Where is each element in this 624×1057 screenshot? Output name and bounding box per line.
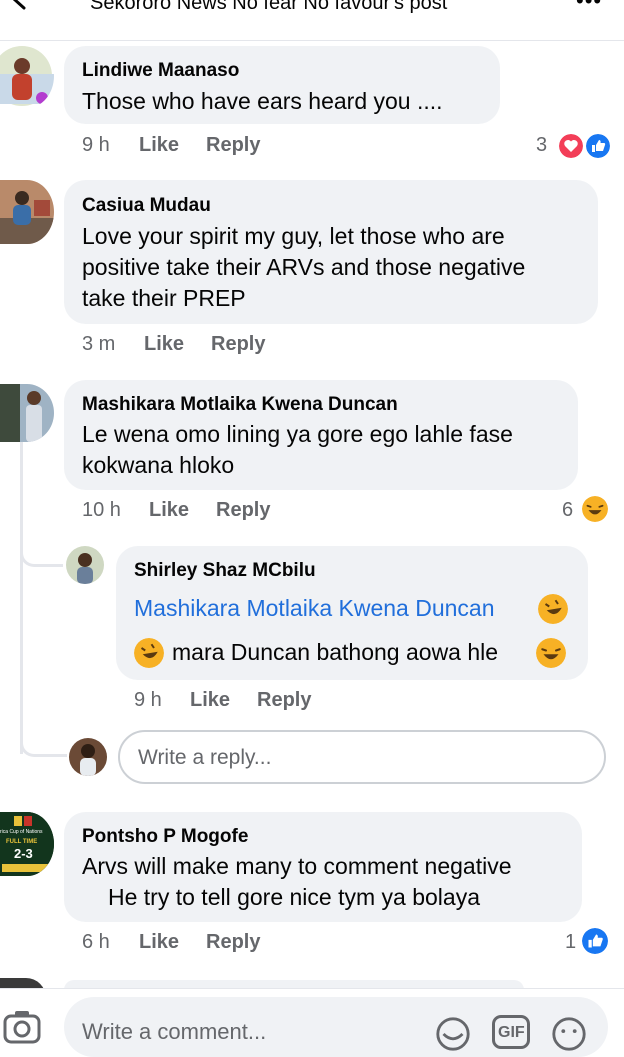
comment-input-placeholder: Write a comment...	[82, 1019, 267, 1044]
avatar[interactable]	[0, 44, 54, 108]
reply-author[interactable]: Shirley Shaz MCbilu	[134, 560, 316, 582]
laughing-emoji-icon	[582, 496, 608, 522]
mention-link[interactable]: Mashikara Motlaika Kwena Duncan	[134, 593, 495, 624]
comment-composer-bar: Write a comment... GIF	[0, 988, 624, 1057]
love-icon	[557, 132, 585, 160]
reply-button[interactable]: Reply	[206, 931, 260, 954]
more-options-icon[interactable]: •••	[576, 0, 602, 12]
like-button[interactable]: Like	[139, 134, 179, 157]
rofl-emoji-icon	[134, 638, 164, 668]
back-chevron-icon[interactable]	[8, 0, 34, 12]
reply-text: mara Duncan bathong aowa hle	[172, 639, 499, 665]
comment-text: take their PREP	[82, 285, 246, 311]
top-bar: Sekororo News No fear No favour's post •…	[0, 0, 624, 41]
reply-button[interactable]: Reply	[206, 134, 260, 157]
reply-button[interactable]: Reply	[257, 689, 311, 712]
like-button[interactable]: Like	[190, 689, 230, 712]
comment-text: kokwana hloko	[82, 452, 235, 478]
like-button[interactable]: Like	[149, 499, 189, 522]
reply-input-placeholder: Write a reply...	[138, 746, 272, 769]
comment-text: Le wena omo lining ya gore ego lahle fas…	[82, 421, 513, 447]
reply-time: 9 h	[134, 689, 162, 711]
reaction-count[interactable]: 6	[562, 499, 573, 522]
reaction-count[interactable]: 3	[536, 134, 547, 157]
comment-author[interactable]: Casiua Mudau	[82, 195, 211, 217]
rofl-emoji-icon	[538, 594, 568, 624]
comment-text: Love your spirit my guy, let those who a…	[82, 223, 505, 249]
reply-input[interactable]: Write a reply...	[118, 730, 606, 784]
comment-author[interactable]: Lindiwe Maanaso	[82, 60, 239, 82]
current-user-avatar	[69, 738, 107, 776]
avatar[interactable]	[0, 180, 54, 244]
comment-time: 6 h	[82, 931, 110, 953]
badge-status: FULL TIME	[6, 839, 38, 845]
avatar[interactable]	[66, 546, 104, 584]
reply-button[interactable]: Reply	[211, 333, 265, 356]
reaction-count[interactable]: 1	[565, 931, 576, 954]
comment-time: 3 m	[82, 333, 116, 355]
badge-score: 2-3	[14, 846, 33, 861]
like-button[interactable]: Like	[139, 931, 179, 954]
comment-text: Arvs will make many to comment negative	[82, 853, 512, 879]
comment-author[interactable]: Mashikara Motlaika Kwena Duncan	[82, 394, 398, 416]
reply-button[interactable]: Reply	[216, 499, 270, 522]
comment-text: positive take their ARVs and those negat…	[82, 254, 526, 280]
comment-time: 10 h	[82, 499, 121, 521]
comment-text: Those who have ears heard you ....	[82, 88, 443, 114]
sticker-icon[interactable]	[434, 1015, 472, 1053]
like-icon	[582, 928, 608, 954]
reply-input-connector	[20, 742, 67, 757]
thread-line	[20, 442, 23, 754]
emoji-icon[interactable]	[550, 1015, 588, 1053]
comment-text: He try to tell gore nice tym ya bolaya	[108, 884, 480, 910]
avatar[interactable]: rica Cup of Nations FULL TIME 2-3	[0, 812, 54, 876]
gif-button[interactable]: GIF	[492, 1015, 530, 1049]
like-icon	[584, 132, 612, 160]
comment-input[interactable]: Write a comment... GIF	[64, 997, 608, 1057]
comment-author[interactable]: Pontsho P Mogofe	[82, 826, 248, 848]
reply-connector	[20, 552, 63, 567]
comment-time: 9 h	[82, 134, 110, 156]
like-button[interactable]: Like	[144, 333, 184, 356]
camera-icon[interactable]	[2, 1007, 42, 1047]
gif-label: GIF	[498, 1024, 525, 1041]
badge-title: rica Cup of Nations	[0, 829, 43, 835]
page-title: Sekororo News No fear No favour's post	[90, 0, 448, 14]
avatar[interactable]	[0, 384, 54, 442]
laughing-emoji-icon	[536, 638, 566, 668]
